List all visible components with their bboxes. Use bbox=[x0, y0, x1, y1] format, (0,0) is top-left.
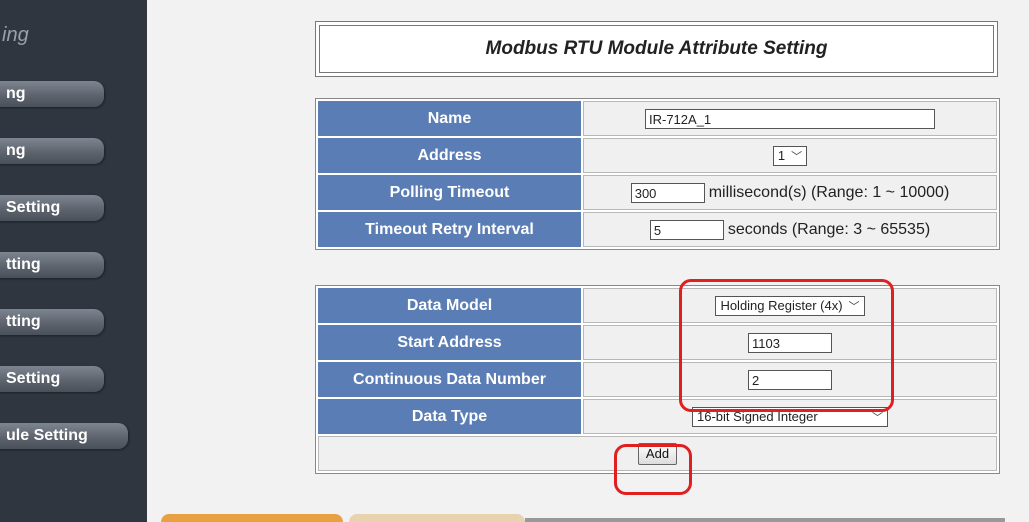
start-address-label: Start Address bbox=[318, 325, 581, 360]
start-address-cell: 1103 bbox=[583, 325, 997, 360]
module-attribute-table: Name IR-712A_1 Address 1 ﹀ Polling Timeo… bbox=[315, 98, 1000, 250]
data-model-value: Holding Register (4x) bbox=[720, 298, 843, 313]
continuous-data-number-input[interactable]: 2 bbox=[748, 369, 832, 390]
data-model-select[interactable]: Holding Register (4x) ﹀ bbox=[715, 295, 865, 316]
timeout-retry-input[interactable]: 5 bbox=[649, 219, 724, 240]
name-cell: IR-712A_1 bbox=[583, 101, 997, 136]
bottom-tab-2[interactable] bbox=[349, 514, 525, 522]
data-type-label: Data Type bbox=[318, 399, 581, 434]
polling-timeout-label: Polling Timeout bbox=[318, 175, 581, 210]
continuous-data-number-label: Continuous Data Number bbox=[318, 362, 581, 397]
data-type-value: 16-bit Signed Integer bbox=[697, 409, 818, 424]
polling-timeout-unit: millisecond(s) (Range: 1 ~ 10000) bbox=[708, 183, 950, 201]
sidebar-item-4[interactable]: tting bbox=[0, 252, 104, 278]
address-label: Address bbox=[318, 138, 581, 173]
timeout-retry-label: Timeout Retry Interval bbox=[318, 212, 581, 247]
name-label: Name bbox=[318, 101, 581, 136]
sidebar-header: ing bbox=[2, 24, 29, 46]
chevron-down-icon: ﹀ bbox=[848, 300, 860, 313]
sidebar-item-modbus-rtu-module-setting[interactable]: ule Setting bbox=[0, 423, 128, 449]
start-address-input[interactable]: 1103 bbox=[748, 332, 832, 353]
polling-timeout-input[interactable]: 300 bbox=[630, 182, 705, 203]
data-setting-table: Data Model Holding Register (4x) ﹀ Start… bbox=[315, 285, 1000, 474]
bottom-bar bbox=[525, 518, 1005, 522]
add-button[interactable]: Add bbox=[637, 442, 678, 465]
chevron-down-icon: ﹀ bbox=[791, 150, 803, 163]
polling-timeout-cell: 300 millisecond(s) (Range: 1 ~ 10000) bbox=[583, 175, 997, 210]
sidebar-item-2[interactable]: ng bbox=[0, 138, 104, 164]
add-row: Add bbox=[318, 436, 997, 471]
data-model-cell: Holding Register (4x) ﹀ bbox=[583, 288, 997, 323]
main-panel: Modbus RTU Module Attribute Setting Name… bbox=[147, 0, 1029, 522]
timeout-retry-unit: seconds (Range: 3 ~ 65535) bbox=[727, 220, 931, 238]
chevron-down-icon: ﹀ bbox=[872, 411, 883, 424]
data-type-cell: 16-bit Signed Integer ﹀ bbox=[583, 399, 997, 434]
sidebar-item-6[interactable]: Setting bbox=[0, 366, 104, 392]
sidebar-item-5[interactable]: tting bbox=[0, 309, 104, 335]
sidebar-item-1[interactable]: ng bbox=[0, 81, 104, 107]
timeout-retry-cell: 5 seconds (Range: 3 ~ 65535) bbox=[583, 212, 997, 247]
data-model-label: Data Model bbox=[318, 288, 581, 323]
address-value: 1 bbox=[777, 148, 786, 163]
address-select[interactable]: 1 ﹀ bbox=[772, 145, 808, 166]
title-box: Modbus RTU Module Attribute Setting bbox=[315, 21, 998, 77]
sidebar-item-3[interactable]: Setting bbox=[0, 195, 104, 221]
data-type-select[interactable]: 16-bit Signed Integer ﹀ bbox=[692, 406, 888, 427]
sidebar: ing ng ng Setting tting tting Setting ul… bbox=[0, 0, 147, 522]
bottom-tab-1[interactable] bbox=[161, 514, 343, 522]
name-input[interactable]: IR-712A_1 bbox=[645, 108, 935, 129]
continuous-data-number-cell: 2 bbox=[583, 362, 997, 397]
address-cell: 1 ﹀ bbox=[583, 138, 997, 173]
page-title: Modbus RTU Module Attribute Setting bbox=[319, 25, 994, 73]
